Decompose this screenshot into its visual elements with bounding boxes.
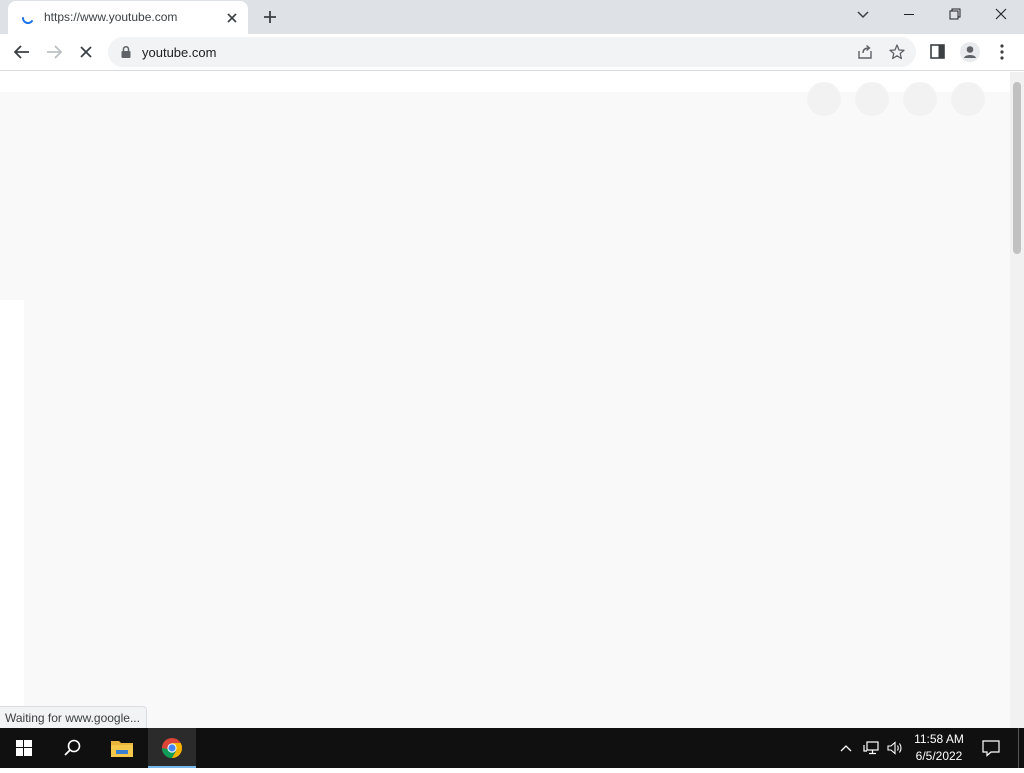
clock-time: 11:58 AM [914, 732, 964, 746]
share-icon[interactable] [856, 43, 874, 61]
start-button[interactable] [0, 728, 48, 768]
status-bubble: Waiting for www.google... [0, 706, 147, 728]
guide-placeholder [0, 300, 24, 728]
network-icon[interactable] [862, 739, 880, 757]
notification-icon[interactable] [980, 738, 1002, 758]
profile-icon[interactable] [959, 41, 981, 63]
scroll-up-icon[interactable] [1013, 74, 1021, 87]
browser-toolbar: youtube.com [0, 34, 1024, 71]
restore-icon[interactable] [936, 0, 974, 30]
chrome-taskbar-button[interactable] [148, 728, 196, 768]
close-icon[interactable] [223, 9, 241, 27]
windows-logo-icon [16, 740, 32, 756]
minimize-icon[interactable] [890, 0, 928, 30]
skeleton-circle [951, 82, 985, 116]
lock-icon[interactable] [120, 45, 132, 59]
skeleton-circle [903, 82, 937, 116]
chevron-down-icon[interactable] [852, 5, 874, 25]
file-explorer-button[interactable] [98, 728, 146, 768]
address-bar[interactable]: youtube.com [108, 37, 916, 67]
browser-tab[interactable]: https://www.youtube.com [8, 1, 248, 35]
taskbar: 11:58 AM 6/5/2022 [0, 728, 1024, 768]
skeleton-circle [807, 82, 841, 116]
new-tab-button[interactable] [258, 5, 282, 29]
skeleton-circle [855, 82, 889, 116]
star-icon[interactable] [888, 43, 906, 61]
volume-icon[interactable] [886, 739, 904, 757]
back-button[interactable] [10, 40, 34, 64]
forward-button[interactable] [42, 40, 66, 64]
masthead-placeholder [0, 72, 1010, 116]
side-panel-icon[interactable] [928, 42, 948, 62]
chevron-up-icon[interactable] [838, 740, 854, 756]
vertical-scrollbar[interactable] [1010, 72, 1024, 728]
kebab-menu-icon[interactable] [992, 41, 1012, 63]
chrome-icon [162, 738, 183, 759]
window-close-icon[interactable] [982, 0, 1020, 30]
loading-spinner-icon [20, 10, 36, 26]
show-desktop-button[interactable] [1018, 728, 1024, 768]
tab-title: https://www.youtube.com [44, 10, 178, 24]
url-text[interactable]: youtube.com [142, 45, 216, 60]
tab-strip: https://www.youtube.com [0, 0, 1024, 35]
search-icon[interactable] [48, 728, 96, 768]
taskbar-clock[interactable]: 11:58 AM 6/5/2022 [906, 731, 972, 765]
scrollbar-thumb[interactable] [1013, 82, 1021, 254]
page-viewport [0, 72, 1010, 728]
stop-loading-button[interactable] [74, 40, 98, 64]
clock-date: 6/5/2022 [915, 749, 963, 763]
folder-icon [111, 741, 133, 757]
